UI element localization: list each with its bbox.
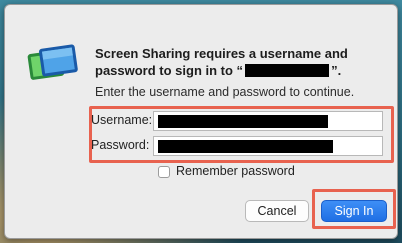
username-label: Username: [91, 113, 153, 127]
redacted-username [158, 115, 328, 128]
screen-sharing-icon [27, 44, 78, 80]
cancel-button[interactable]: Cancel [245, 200, 309, 222]
login-dialog: Screen Sharing requires a username and p… [4, 4, 398, 239]
signin-button[interactable]: Sign In [321, 200, 387, 222]
password-label: Password: [91, 138, 150, 152]
dialog-title-suffix: ”. [331, 63, 342, 78]
dialog-title: Screen Sharing requires a username and p… [95, 45, 385, 79]
remember-password-checkbox[interactable] [158, 166, 170, 178]
dialog-subtitle: Enter the username and password to conti… [95, 85, 355, 99]
remember-password-label[interactable]: Remember password [176, 164, 295, 178]
redacted-host [245, 64, 330, 77]
redacted-password [158, 140, 333, 153]
